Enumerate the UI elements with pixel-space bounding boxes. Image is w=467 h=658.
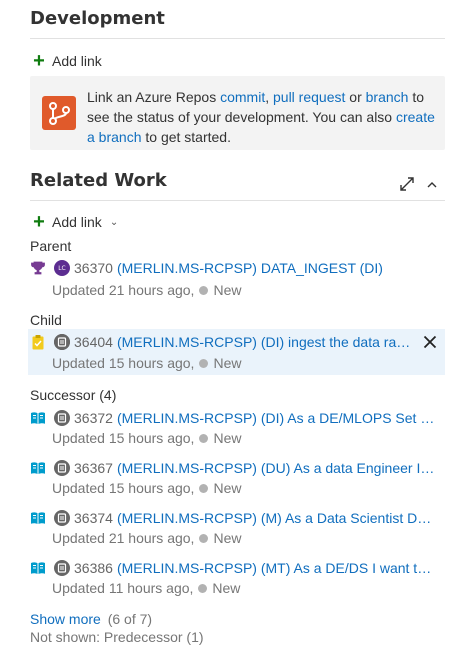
info-text-part: or [345, 89, 366, 105]
list-item: LC 36370 (MERLIN.MS-RCPSP) DATA_INGEST (… [30, 260, 440, 276]
work-item-id: 36372 [74, 410, 113, 426]
close-icon[interactable] [423, 335, 437, 352]
work-item-id: 36370 [74, 260, 113, 276]
avatar [54, 560, 70, 576]
book-icon [30, 510, 46, 526]
related-work-title: Related Work [30, 170, 167, 191]
trophy-icon [30, 260, 46, 276]
commit-link[interactable]: commit [220, 89, 265, 105]
add-link-label: Add link [52, 214, 102, 230]
updated-text: Updated 21 hours ago, [52, 530, 195, 546]
plus-icon: + [33, 211, 45, 233]
work-item-title-link[interactable]: (MERLIN.MS-RCPSP) (DU) As a data Enginee… [117, 460, 437, 476]
work-item-meta: Updated 15 hours ago, New [52, 480, 241, 496]
related-work-add-link-button[interactable]: + Add link ⌄ [32, 212, 118, 232]
show-more: Show more (6 of 7) [30, 611, 152, 627]
avatar [54, 510, 70, 526]
state-dot [199, 285, 209, 295]
work-item-title-link[interactable]: (MERLIN.MS-RCPSP) (DI) ingest the data r… [117, 334, 415, 350]
state-text: New [213, 480, 242, 496]
work-item-title-link[interactable]: (MERLIN.MS-RCPSP) (M) As a Data Scientis… [117, 510, 437, 526]
list-item: 36374 (MERLIN.MS-RCPSP) (M) As a Data Sci… [30, 510, 440, 526]
work-item-id: 36386 [74, 560, 113, 576]
chevron-down-icon: ⌄ [109, 216, 119, 228]
not-shown-text: Not shown: Predecessor (1) [30, 629, 204, 645]
state-dot [199, 358, 209, 368]
branch-link[interactable]: branch [366, 89, 409, 105]
state-text: New [213, 430, 242, 446]
book-icon [30, 560, 46, 576]
list-item: 36367 (MERLIN.MS-RCPSP) (DU) As a data En… [30, 460, 440, 476]
list-item: 36404 (MERLIN.MS-RCPSP) (DI) ingest the … [30, 334, 415, 350]
work-item-meta: Updated 21 hours ago, New [52, 282, 241, 298]
state-dot [199, 483, 209, 493]
clipboard-icon [30, 334, 46, 350]
updated-text: Updated 15 hours ago, [52, 355, 195, 371]
work-item-title-link[interactable]: (MERLIN.MS-RCPSP) (DI) As a DE/MLOPS Set… [117, 410, 437, 426]
expand-icon[interactable] [399, 176, 415, 195]
group-label-child: Child [30, 312, 62, 328]
info-text-part: , [265, 89, 273, 105]
work-item-meta: Updated 15 hours ago, New [52, 430, 241, 446]
related-work-divider [30, 200, 445, 201]
azure-repos-icon [41, 95, 77, 134]
work-item-title-link[interactable]: (MERLIN.MS-RCPSP) DATA_INGEST (DI) [117, 260, 383, 276]
info-text-part: to get started. [141, 129, 231, 145]
work-item-id: 36367 [74, 460, 113, 476]
show-more-count: (6 of 7) [107, 611, 153, 627]
avatar [54, 410, 70, 426]
work-item-meta: Updated 21 hours ago, New [52, 530, 241, 546]
book-icon [30, 410, 46, 426]
avatar [54, 334, 70, 350]
group-label-parent: Parent [30, 238, 72, 254]
state-text: New [213, 355, 242, 371]
development-info-box: Link an Azure Repos commit, pull request… [30, 76, 445, 150]
state-dot [198, 583, 208, 593]
work-item-id: 36374 [74, 510, 113, 526]
development-add-link-button[interactable]: + Add link [32, 51, 102, 71]
add-link-label: Add link [52, 53, 102, 69]
development-info-text: Link an Azure Repos commit, pull request… [87, 87, 437, 147]
group-label-successor: Successor (4) [30, 387, 117, 403]
work-item-title-link[interactable]: (MERLIN.MS-RCPSP) (MT) As a DE/DS I want… [117, 560, 437, 576]
updated-text: Updated 21 hours ago, [52, 282, 195, 298]
state-text: New [213, 282, 242, 298]
state-text: New [213, 530, 242, 546]
updated-text: Updated 11 hours ago, [52, 580, 194, 596]
pull-request-link[interactable]: pull request [273, 89, 345, 105]
avatar [54, 460, 70, 476]
state-text: New [212, 580, 241, 596]
book-icon [30, 460, 46, 476]
show-more-link[interactable]: Show more [30, 611, 101, 627]
list-item: 36372 (MERLIN.MS-RCPSP) (DI) As a DE/MLOP… [30, 410, 440, 426]
development-title: Development [30, 8, 165, 29]
state-dot [199, 533, 209, 543]
avatar-initials: LC [58, 264, 66, 272]
work-item-meta: Updated 15 hours ago, New [52, 355, 241, 371]
development-divider [30, 38, 445, 39]
state-dot [199, 433, 209, 443]
info-text-part: Link an Azure Repos [87, 89, 221, 105]
chevron-up-icon[interactable] [426, 178, 438, 194]
avatar: LC [54, 260, 70, 276]
work-item-meta: Updated 11 hours ago, New [52, 580, 240, 596]
updated-text: Updated 15 hours ago, [52, 430, 195, 446]
plus-icon: + [33, 50, 45, 72]
work-item-id: 36404 [74, 334, 113, 350]
updated-text: Updated 15 hours ago, [52, 480, 195, 496]
list-item: 36386 (MERLIN.MS-RCPSP) (MT) As a DE/DS I… [30, 560, 440, 576]
